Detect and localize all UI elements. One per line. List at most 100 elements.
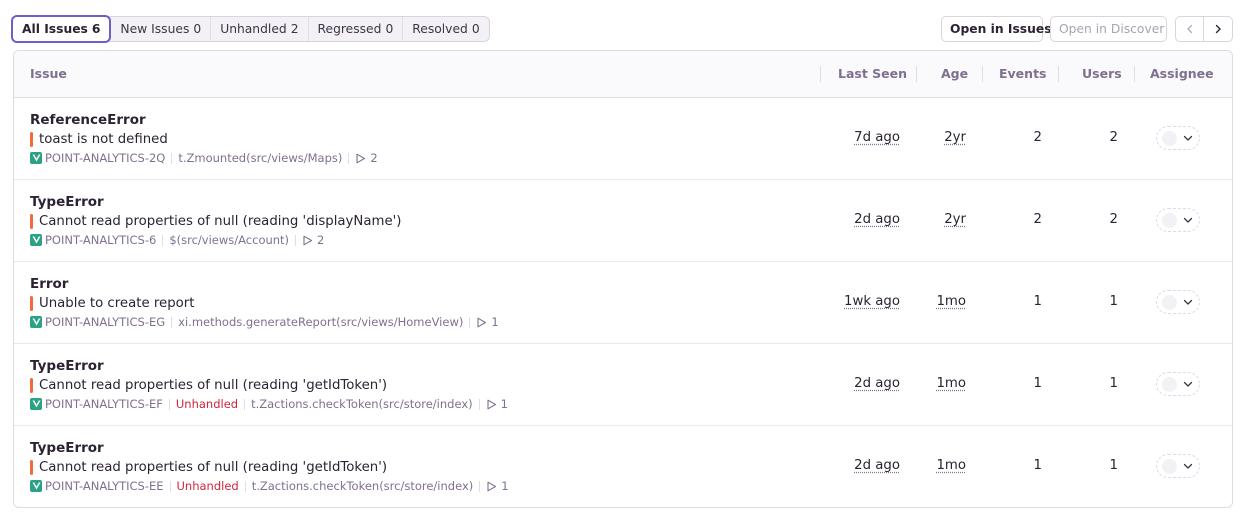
next-page-button[interactable]: [1204, 17, 1232, 41]
issue-culprit: $(src/views/Account): [169, 233, 290, 247]
table-row[interactable]: TypeError Cannot read properties of null…: [14, 180, 1232, 262]
replay-icon: [476, 317, 487, 328]
issue-culprit: t.Zactions.checkToken(src/store/index): [251, 479, 474, 493]
replay-icon: [486, 399, 497, 410]
issue-message: Cannot read properties of null (reading …: [30, 213, 402, 230]
chevron-down-icon: [1183, 217, 1193, 223]
issue-culprit: t.Zmounted(src/views/Maps): [178, 151, 343, 165]
chevron-down-icon: [1183, 135, 1193, 141]
unhandled-wrapper: Unhandled: [176, 397, 251, 411]
tab-regressed[interactable]: Regressed 0: [309, 17, 404, 41]
column-divider: [820, 66, 821, 82]
tab-label: Unhandled: [220, 22, 287, 36]
users-count: 2: [1109, 212, 1118, 227]
tab-label: New Issues: [120, 22, 190, 36]
replay-count[interactable]: 2: [370, 151, 377, 165]
age: 1mo: [914, 344, 966, 426]
issue-culprit: t.Zactions.checkToken(src/store/index): [251, 397, 473, 411]
table-row[interactable]: TypeError Cannot read properties of null…: [14, 426, 1232, 507]
issue-message-text: toast is not defined: [39, 132, 168, 147]
column-header-last-seen[interactable]: Last Seen: [838, 51, 907, 97]
table-row[interactable]: TypeError Cannot read properties of null…: [14, 344, 1232, 426]
issue-type[interactable]: ReferenceError: [30, 112, 146, 128]
issue-short-id[interactable]: POINT-ANALYTICS-2Q: [45, 151, 165, 165]
vue-platform-icon: [30, 398, 42, 410]
vue-platform-icon: [30, 480, 42, 492]
avatar-placeholder: [1162, 212, 1177, 228]
last-seen: 7d ago: [810, 98, 900, 180]
column-header-events[interactable]: Events: [999, 51, 1046, 97]
column-header-age[interactable]: Age: [941, 51, 968, 97]
issue-short-id[interactable]: POINT-ANALYTICS-6: [45, 233, 156, 247]
table-row[interactable]: Error Unable to create report POINT-ANAL…: [14, 262, 1232, 344]
issue-filter-tabs: All Issues 6 New Issues 0 Unhandled 2 Regre…: [11, 15, 490, 43]
last-seen-value: 2d ago: [854, 376, 900, 391]
age: 2yr: [914, 98, 966, 180]
last-seen-value: 2d ago: [854, 458, 900, 473]
tab-new-issues[interactable]: New Issues 0: [111, 17, 212, 41]
replay-count[interactable]: 1: [501, 397, 508, 411]
open-in-discover-button[interactable]: Open in Discover: [1050, 16, 1167, 42]
avatar-placeholder: [1162, 458, 1177, 474]
meta-divider: [348, 152, 350, 164]
error-level-indicator: [30, 460, 33, 475]
avatar-placeholder: [1162, 294, 1177, 310]
error-level-indicator: [30, 378, 33, 393]
issue-type[interactable]: TypeError: [30, 358, 104, 374]
issue-short-id[interactable]: POINT-ANALYTICS-EF: [45, 397, 163, 411]
replay-count[interactable]: 2: [317, 233, 324, 247]
last-seen: 2d ago: [810, 426, 900, 507]
meta-divider: [162, 234, 164, 246]
issue-type[interactable]: TypeError: [30, 440, 104, 456]
meta-divider: [479, 480, 481, 492]
users-count: 1: [1109, 376, 1118, 391]
meta-divider: [478, 398, 480, 410]
issue-meta: POINT-ANALYTICS-EG xi.methods.generateRe…: [30, 315, 499, 329]
age: 1mo: [914, 262, 966, 344]
chevron-down-icon: [1183, 299, 1193, 305]
issue-short-id[interactable]: POINT-ANALYTICS-EG: [45, 315, 165, 329]
users-count: 2: [1109, 130, 1118, 145]
issues-table: Issue Last Seen Age Events Users Assigne…: [13, 50, 1233, 508]
unhandled-wrapper: Unhandled: [177, 479, 252, 493]
issue-message-text: Cannot read properties of null (reading …: [39, 378, 388, 393]
events-count: 1: [1033, 376, 1042, 391]
replay-count[interactable]: 1: [501, 479, 508, 493]
table-header: Issue Last Seen Age Events Users Assigne…: [14, 51, 1232, 98]
tab-count: 2: [290, 22, 299, 36]
issue-message: toast is not defined: [30, 131, 168, 148]
previous-page-button[interactable]: [1176, 17, 1205, 41]
assignee-selector[interactable]: [1156, 454, 1200, 478]
replay-icon: [355, 153, 366, 164]
age: 2yr: [914, 180, 966, 262]
issue-meta: POINT-ANALYTICS-2Q t.Zmounted(src/views/…: [30, 151, 378, 165]
tab-all-issues[interactable]: All Issues 6: [11, 15, 112, 43]
assignee-selector[interactable]: [1156, 290, 1200, 314]
assignee-selector[interactable]: [1156, 372, 1200, 396]
meta-divider: [171, 316, 173, 328]
issue-type[interactable]: TypeError: [30, 194, 104, 210]
column-header-users[interactable]: Users: [1082, 51, 1122, 97]
issue-short-id[interactable]: POINT-ANALYTICS-EE: [45, 479, 164, 493]
avatar-placeholder: [1162, 376, 1177, 392]
tab-count: 0: [385, 22, 394, 36]
last-seen: 2d ago: [810, 344, 900, 426]
users-count: 1: [1109, 458, 1118, 473]
meta-divider: [169, 480, 171, 492]
table-row[interactable]: ReferenceError toast is not defined POIN…: [14, 98, 1232, 180]
assignee-selector[interactable]: [1156, 208, 1200, 232]
assignee-selector[interactable]: [1156, 126, 1200, 150]
column-divider: [1134, 66, 1135, 82]
column-divider: [982, 66, 983, 82]
chevron-down-icon: [1183, 463, 1193, 469]
tab-resolved[interactable]: Resolved 0: [403, 17, 488, 41]
age-value: 2yr: [944, 130, 966, 145]
last-seen-value: 7d ago: [854, 130, 900, 145]
open-in-issues-button[interactable]: Open in Issues: [941, 16, 1052, 42]
issue-message: Unable to create report: [30, 295, 194, 312]
issue-type[interactable]: Error: [30, 276, 68, 292]
issue-message-text: Cannot read properties of null (reading …: [39, 460, 388, 475]
tab-unhandled[interactable]: Unhandled 2: [211, 17, 309, 41]
column-header-assignee: Assignee: [1150, 66, 1214, 81]
replay-count[interactable]: 1: [491, 315, 498, 329]
